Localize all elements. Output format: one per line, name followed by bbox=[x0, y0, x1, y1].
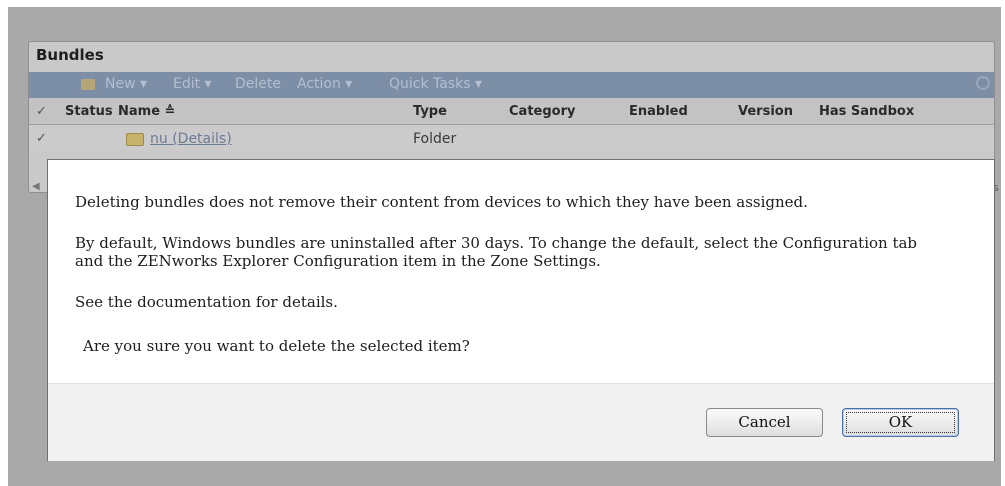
quick-tasks-menu-button[interactable]: Quick Tasks ▾ bbox=[389, 76, 482, 92]
ok-button[interactable]: OK bbox=[842, 408, 959, 437]
confirm-delete-dialog: Deleting bundles does not remove their c… bbox=[47, 159, 995, 461]
row-name-link[interactable]: nu (Details) bbox=[150, 131, 232, 147]
column-enabled[interactable]: Enabled bbox=[629, 104, 688, 119]
toolbar: New ▾ Edit ▾ Delete Action ▾ Quick Tasks… bbox=[29, 72, 994, 98]
refresh-icon[interactable] bbox=[976, 76, 990, 90]
message-line-2a: By default, Windows bundles are uninstal… bbox=[75, 234, 918, 252]
table-row[interactable]: ✓ nu (Details) Folder bbox=[29, 125, 994, 151]
table-header: ✓ Status Name ≙ Type Category Enabled Ve… bbox=[29, 98, 994, 125]
new-menu-button[interactable]: New ▾ bbox=[105, 76, 147, 92]
column-version[interactable]: Version bbox=[738, 104, 793, 119]
folder-icon bbox=[81, 79, 95, 90]
edit-menu-button[interactable]: Edit ▾ bbox=[173, 76, 212, 92]
column-type[interactable]: Type bbox=[413, 104, 447, 119]
column-category[interactable]: Category bbox=[509, 104, 575, 119]
action-menu-button[interactable]: Action ▾ bbox=[297, 76, 352, 92]
delete-button[interactable]: Delete bbox=[235, 76, 281, 92]
confirm-question: Are you sure you want to delete the sele… bbox=[83, 337, 470, 355]
pager-prev-icon[interactable]: ◀ bbox=[32, 181, 40, 192]
message-line-2b: and the ZENworks Explorer Configuration … bbox=[75, 252, 601, 270]
folder-icon bbox=[126, 133, 144, 146]
message-line-3: See the documentation for details. bbox=[75, 293, 338, 311]
select-all-checkbox[interactable]: ✓ bbox=[36, 104, 47, 119]
focus-ring bbox=[846, 412, 955, 433]
panel-title: Bundles bbox=[36, 46, 104, 64]
dialog-body: Deleting bundles does not remove their c… bbox=[48, 160, 994, 383]
column-status[interactable]: Status bbox=[65, 104, 113, 119]
row-checkbox[interactable]: ✓ bbox=[36, 131, 47, 146]
cancel-button[interactable]: Cancel bbox=[706, 408, 823, 437]
row-type: Folder bbox=[413, 131, 457, 147]
column-has-sandbox[interactable]: Has Sandbox bbox=[819, 104, 914, 119]
dialog-footer: Cancel OK bbox=[48, 383, 994, 461]
message-line-1: Deleting bundles does not remove their c… bbox=[75, 193, 808, 211]
column-name[interactable]: Name ≙ bbox=[118, 104, 175, 119]
